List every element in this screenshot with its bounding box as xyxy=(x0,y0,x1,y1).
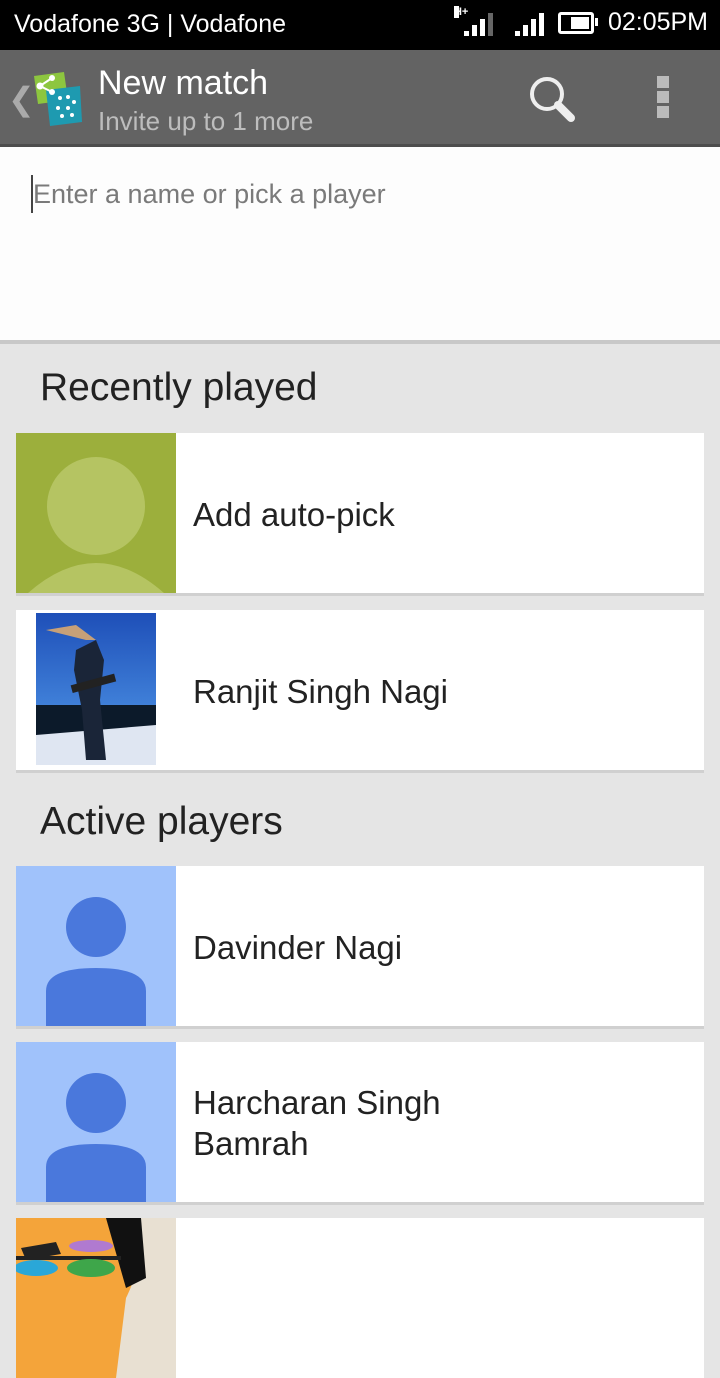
player-name-line-2: Bamrah xyxy=(193,1125,309,1162)
player-name: Ranjit Singh Nagi xyxy=(193,673,448,710)
status-icons: H+ 02:05PM xyxy=(452,5,708,37)
play-games-logo-icon[interactable] xyxy=(28,70,84,128)
section-title-active-players: Active players xyxy=(40,800,283,843)
auto-pick-avatar-icon xyxy=(16,433,176,593)
player-photo-avatar xyxy=(16,610,176,770)
page-subtitle: Invite up to 1 more xyxy=(98,106,314,136)
list-item-player[interactable]: Ranjit Singh Nagi xyxy=(16,610,704,770)
player-name: Add auto-pick xyxy=(193,496,395,533)
page-title: New match xyxy=(98,64,269,102)
section-title-recently-played: Recently played xyxy=(40,366,318,409)
list-item-player[interactable]: Harcharan Singh Bamrah xyxy=(16,1042,704,1202)
player-photo-avatar xyxy=(16,1218,176,1378)
signal-h-plus-icon: H+ xyxy=(453,5,493,36)
battery-icon xyxy=(557,11,598,34)
signal-icon xyxy=(514,10,544,36)
search-placeholder: Enter a name or pick a player xyxy=(33,179,386,209)
search-icon[interactable] xyxy=(525,72,579,126)
list-item-player[interactable]: Davinder Nagi xyxy=(16,866,704,1026)
default-person-avatar-icon xyxy=(16,1042,176,1202)
carrier-label: Vodafone 3G | Vodafone xyxy=(14,10,287,38)
clock: 02:05PM xyxy=(607,8,708,36)
network-type-label: H+ xyxy=(453,5,469,18)
default-person-avatar-icon xyxy=(16,866,176,1026)
player-name-line-1: Harcharan Singh xyxy=(193,1084,441,1121)
player-name: Harcharan Singh Bamrah xyxy=(193,1082,441,1164)
overflow-menu-icon[interactable] xyxy=(648,76,678,122)
status-bar: Vodafone 3G | Vodafone H+ 02:05PM xyxy=(0,0,720,50)
player-search-field[interactable]: Enter a name or pick a player xyxy=(0,147,720,344)
list-item-player[interactable] xyxy=(16,1218,704,1378)
list-item-add-auto-pick[interactable]: Add auto-pick xyxy=(16,433,704,593)
player-name: Davinder Nagi xyxy=(193,929,403,966)
app-bar: ❮ New match Invite up to 1 more xyxy=(0,50,720,147)
